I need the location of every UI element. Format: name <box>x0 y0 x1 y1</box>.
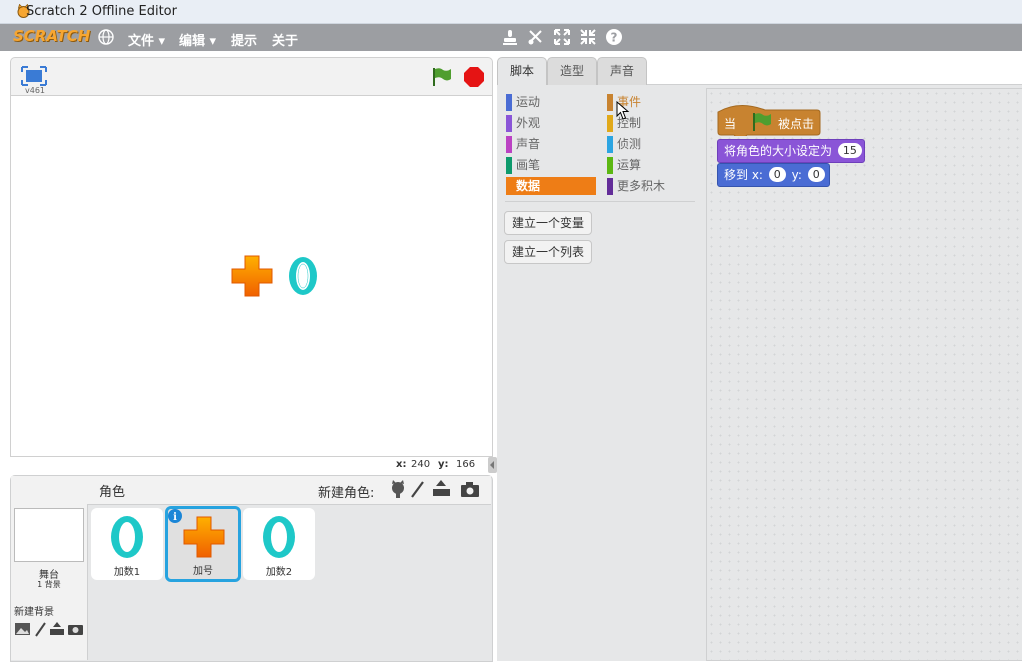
sprite-tile[interactable]: 加数1 <box>91 508 163 580</box>
mouse-y-value: 166 <box>456 459 476 470</box>
tab-scripts[interactable]: 脚本 <box>497 57 547 85</box>
sprite-library-icon[interactable] <box>392 480 404 498</box>
stage-header: v461 <box>10 57 493 96</box>
sprite-name: 加数2 <box>265 567 293 578</box>
make-variable-button[interactable]: 建立一个变量 <box>504 211 593 235</box>
paint-new-sprite-icon[interactable] <box>411 481 424 498</box>
help-icon[interactable]: ? <box>605 28 623 46</box>
zero-sprite[interactable] <box>285 252 321 300</box>
duplicate-stamp-icon[interactable] <box>501 28 519 46</box>
globe-icon[interactable] <box>97 28 115 46</box>
svg-text:?: ? <box>611 31 618 45</box>
category-looks[interactable]: 外观 <box>506 114 606 132</box>
mouse-x-label: x: <box>396 459 407 470</box>
stage-canvas[interactable] <box>10 95 493 457</box>
backdrop-count: 1 背景 <box>37 580 61 589</box>
green-flag-icon <box>753 113 771 131</box>
hat-when-label: 当 <box>724 117 737 131</box>
window-title: Scratch 2 Offline Editor <box>26 4 177 19</box>
new-backdrop-tools <box>15 622 83 637</box>
when-flag-clicked-block[interactable]: 当 被点击 <box>717 112 821 134</box>
menu-edit[interactable]: 编辑 ▾ <box>179 30 216 49</box>
category-data[interactable]: 数据 <box>506 177 596 195</box>
category-sound[interactable]: 声音 <box>506 135 606 153</box>
zero-thumbnail <box>111 516 143 558</box>
camera-icon[interactable] <box>68 625 83 635</box>
sprite-name: 加号 <box>193 566 213 577</box>
sprite-pane-header: 角色 新建角色: <box>87 476 491 505</box>
category-more-blocks[interactable]: 更多积木 <box>607 177 697 195</box>
make-list-button[interactable]: 建立一个列表 <box>504 240 593 264</box>
sprites-header-label: 角色 <box>99 485 126 500</box>
mouse-cursor-icon <box>616 101 630 120</box>
menu-tips[interactable]: 提示 <box>231 30 257 49</box>
shrink-icon[interactable] <box>579 28 597 46</box>
new-sprite-label: 新建角色: <box>318 486 375 501</box>
menu-bar: SCRATCH 文件 ▾ 编辑 ▾ 提示 关于 ? <box>0 24 1022 51</box>
camera-sprite-icon[interactable] <box>461 482 479 497</box>
y-value-input[interactable]: 0 <box>807 167 825 182</box>
zero-thumbnail <box>263 516 295 558</box>
sprite-tile-selected[interactable]: i 加号 <box>165 506 241 582</box>
version-label: v461 <box>25 86 46 95</box>
upload-sprite-icon[interactable] <box>433 480 450 496</box>
mouse-y-label: y: <box>438 459 449 470</box>
category-pen[interactable]: 画笔 <box>506 156 606 174</box>
sprite-tile[interactable]: 加数2 <box>243 508 315 580</box>
size-value-input[interactable]: 15 <box>837 143 862 158</box>
new-backdrop-label: 新建背景 <box>14 607 54 618</box>
scratch-logo[interactable]: SCRATCH <box>13 27 90 45</box>
grow-icon[interactable] <box>553 28 571 46</box>
category-operators[interactable]: 运算 <box>607 156 697 174</box>
category-sensing[interactable]: 侦测 <box>607 135 697 153</box>
go-to-xy-block[interactable]: 移到 x: 0 y: 0 <box>717 163 830 187</box>
go-to-x-label: 移到 x: <box>724 168 763 182</box>
paint-brush-icon[interactable] <box>35 622 46 637</box>
cut-scissors-icon[interactable] <box>527 28 545 46</box>
tab-sounds[interactable]: 声音 <box>597 57 647 85</box>
fullscreen-icon[interactable] <box>21 66 47 86</box>
stage-column: 舞台 1 背景 新建背景 <box>11 476 88 660</box>
plus-thumbnail <box>183 516 225 558</box>
stop-sign-icon[interactable] <box>463 66 485 88</box>
new-sprite-tools <box>392 480 479 498</box>
chevron-left-icon <box>490 461 494 469</box>
menu-file[interactable]: 文件 ▾ <box>128 30 165 49</box>
sprite-name: 加数1 <box>113 567 141 578</box>
category-motion[interactable]: 运动 <box>506 93 606 111</box>
window-title-bar: Scratch 2 Offline Editor <box>0 0 1022 24</box>
svg-text:i: i <box>173 512 177 523</box>
menu-about[interactable]: 关于 <box>272 30 298 49</box>
set-size-label: 将角色的大小设定为 <box>724 144 833 158</box>
backdrop-library-icon[interactable] <box>15 623 30 635</box>
x-value-input[interactable]: 0 <box>768 167 786 182</box>
stage-collapse-handle[interactable] <box>488 457 497 473</box>
palette-divider <box>505 201 695 202</box>
stage-thumbnail[interactable] <box>14 508 84 562</box>
tab-costumes[interactable]: 造型 <box>547 57 597 85</box>
mouse-x-value: 240 <box>411 459 431 470</box>
set-size-block[interactable]: 将角色的大小设定为 15 <box>717 139 865 163</box>
upload-icon[interactable] <box>50 622 64 635</box>
green-flag-icon[interactable] <box>431 66 453 88</box>
go-to-y-label: y: <box>791 168 802 182</box>
hat-clicked-label: 被点击 <box>778 117 815 131</box>
plus-sprite[interactable] <box>228 252 276 300</box>
